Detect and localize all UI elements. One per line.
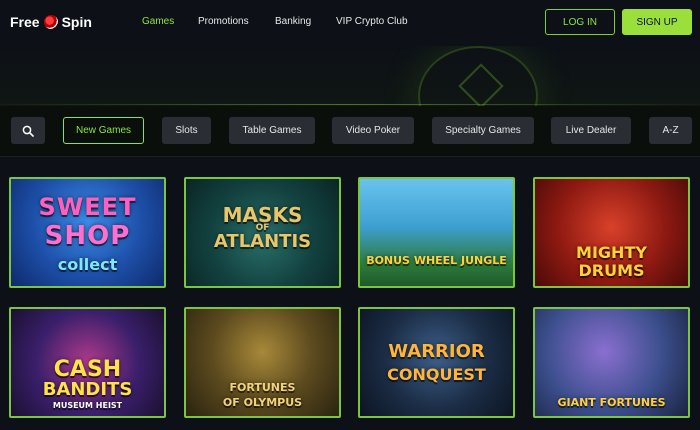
game-title-line1: BONUS WHEEL JUNGLE xyxy=(366,254,507,267)
games-grid: SWEET SHOP collect MASKS OF ATLANTIS BON… xyxy=(0,157,700,430)
game-tile-cash-bandits[interactable]: CASH BANDITS MUSEUM HEIST xyxy=(9,307,166,418)
search-button[interactable] xyxy=(11,117,45,144)
game-title-line1: FORTUNES xyxy=(229,381,296,394)
login-button[interactable]: LOG IN xyxy=(545,9,615,35)
game-title-line1: SWEET xyxy=(38,193,137,221)
game-tile-mighty-drums[interactable]: MIGHTY DRUMS xyxy=(533,177,690,288)
game-tile-fortunes-of-olympus[interactable]: FORTUNES OF OLYMPUS xyxy=(184,307,341,418)
game-title-line2: SHOP xyxy=(44,221,131,251)
game-title-line2: BANDITS xyxy=(42,379,133,400)
game-title-line2: OF OLYMPUS xyxy=(222,396,303,409)
game-title-line3: collect xyxy=(57,255,118,274)
main-nav: Games Promotions Banking VIP Crypto Club xyxy=(142,16,426,27)
game-title-line1: WARRIOR xyxy=(388,341,485,362)
game-tile-sweet-shop[interactable]: SWEET SHOP collect xyxy=(9,177,166,288)
game-title-line1: MIGHTY xyxy=(576,243,647,262)
filter-live-dealer[interactable]: Live Dealer xyxy=(551,117,631,144)
logo-text-spin: Spin xyxy=(61,14,92,30)
top-header: Free Spin Games Promotions Banking VIP C… xyxy=(0,0,700,46)
nav-item-banking[interactable]: Banking xyxy=(275,16,336,27)
game-title-line2: DRUMS xyxy=(578,261,645,280)
game-tile-bonus-wheel-jungle[interactable]: BONUS WHEEL JUNGLE xyxy=(358,177,515,288)
game-filter-bar: New Games Slots Table Games Video Poker … xyxy=(0,106,700,156)
hero-divider xyxy=(0,104,700,105)
filter-slots[interactable]: Slots xyxy=(162,117,211,144)
game-tile-giant-fortunes[interactable]: GIANT FORTUNES xyxy=(533,307,690,418)
nav-item-games[interactable]: Games xyxy=(142,16,198,27)
game-title-line3: MUSEUM HEIST xyxy=(52,401,123,410)
filter-table-games[interactable]: Table Games xyxy=(229,117,315,144)
logo-text-free: Free xyxy=(10,14,40,30)
logo-spin-icon xyxy=(43,15,58,29)
game-title-line1: GIANT FORTUNES xyxy=(557,396,666,409)
filter-specialty-games[interactable]: Specialty Games xyxy=(432,117,534,144)
game-title-line2: CONQUEST xyxy=(387,365,486,384)
game-tile-warrior-conquest[interactable]: WARRIOR CONQUEST xyxy=(358,307,515,418)
site-logo[interactable]: Free Spin xyxy=(10,14,92,30)
signup-button[interactable]: SIGN UP xyxy=(622,9,692,35)
filter-new-games[interactable]: New Games xyxy=(63,117,144,144)
crypto-coin-icon xyxy=(418,46,538,106)
game-title-line2: ATLANTIS xyxy=(213,231,312,252)
nav-item-promotions[interactable]: Promotions xyxy=(198,16,275,27)
game-tile-masks-of-atlantis[interactable]: MASKS OF ATLANTIS xyxy=(184,177,341,288)
nav-item-vip-crypto-club[interactable]: VIP Crypto Club xyxy=(336,16,426,27)
filter-video-poker[interactable]: Video Poker xyxy=(332,117,414,144)
filter-a-z[interactable]: A-Z xyxy=(649,117,692,144)
search-icon xyxy=(22,125,34,137)
hero-banner xyxy=(0,46,700,106)
